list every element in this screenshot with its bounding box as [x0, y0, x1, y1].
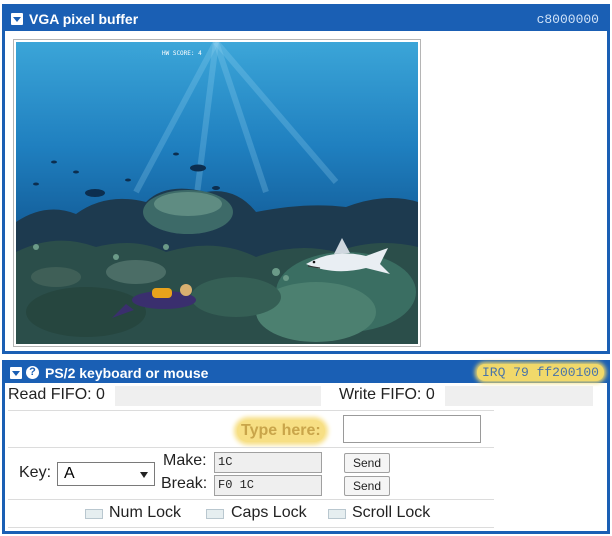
ps2-panel: ? PS/2 keyboard or mouse IRQ 79 ff200100…	[2, 360, 610, 534]
make-label: Make:	[163, 452, 207, 469]
num-lock-indicator	[85, 509, 103, 519]
chevron-down-icon[interactable]	[11, 13, 23, 25]
vga-address: c8000000	[536, 12, 599, 27]
make-code-field[interactable]: 1C	[214, 452, 322, 473]
break-label: Break:	[161, 475, 208, 492]
scroll-lock-label: Scroll Lock	[352, 504, 431, 521]
ps2-panel-title: PS/2 keyboard or mouse	[45, 365, 209, 381]
score-hud: HW SCORE: 4	[162, 50, 202, 57]
write-fifo-display	[445, 386, 593, 406]
key-select-value: A	[64, 465, 75, 482]
dropdown-arrow-icon	[140, 472, 148, 478]
irq-address: IRQ 79 ff200100	[476, 364, 604, 381]
row-divider	[8, 499, 494, 500]
num-lock-label: Num Lock	[109, 504, 182, 521]
ps2-panel-header[interactable]: ? PS/2 keyboard or mouse IRQ 79 ff200100	[5, 363, 607, 383]
type-here-input[interactable]	[343, 415, 481, 443]
key-label: Key:	[19, 464, 52, 481]
vga-panel: VGA pixel buffer c8000000 HW SCORE: 4	[2, 4, 610, 354]
vga-panel-title: VGA pixel buffer	[29, 11, 139, 27]
read-fifo-display	[115, 386, 321, 406]
vga-panel-header[interactable]: VGA pixel buffer c8000000	[5, 7, 607, 31]
type-here-label: Type here:	[237, 420, 325, 442]
row-divider	[8, 447, 494, 448]
underwater-scene: HW SCORE: 4	[16, 42, 418, 344]
row-divider	[8, 527, 494, 528]
read-fifo-label: Read FIFO: 0	[8, 386, 105, 403]
caps-lock-indicator	[206, 509, 224, 519]
row-divider	[8, 410, 494, 411]
break-code-field[interactable]: F0 1C	[214, 475, 322, 496]
send-break-button[interactable]: Send	[344, 476, 390, 496]
help-icon[interactable]: ?	[26, 366, 39, 379]
send-make-button[interactable]: Send	[344, 453, 390, 473]
chevron-down-icon[interactable]	[10, 367, 22, 379]
key-select[interactable]: A	[57, 462, 155, 486]
scroll-lock-indicator	[328, 509, 346, 519]
write-fifo-label: Write FIFO: 0	[339, 386, 435, 403]
caps-lock-label: Caps Lock	[231, 504, 307, 521]
vga-screen[interactable]: HW SCORE: 4	[13, 39, 421, 347]
